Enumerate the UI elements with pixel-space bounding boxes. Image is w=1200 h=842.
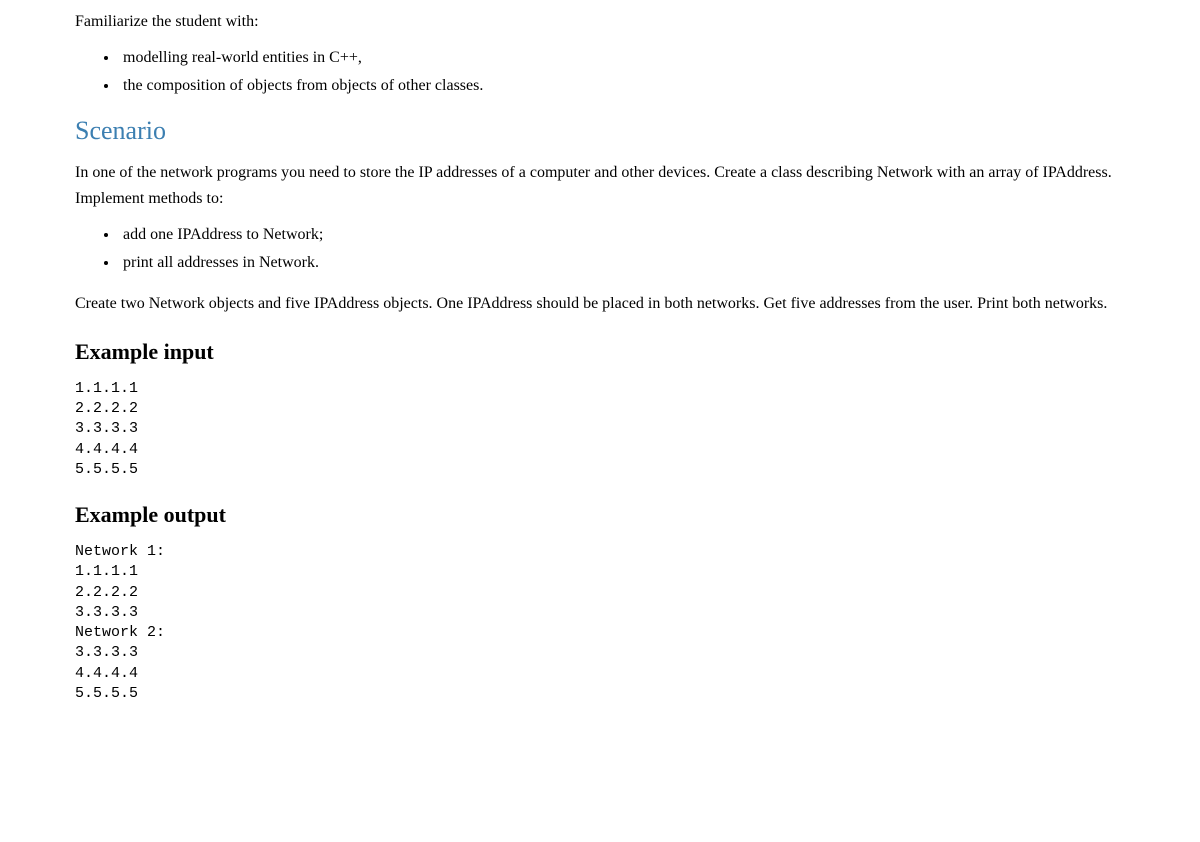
- scenario-paragraph-2: Create two Network objects and five IPAd…: [75, 291, 1125, 317]
- scenario-heading: Scenario: [75, 116, 1125, 146]
- list-item: modelling real-world entities in C++,: [119, 46, 1125, 70]
- list-item: add one IPAddress to Network;: [119, 223, 1125, 247]
- example-input-heading: Example input: [75, 339, 1125, 365]
- list-item: the composition of objects from objects …: [119, 74, 1125, 98]
- intro-text: Familiarize the student with:: [75, 10, 1125, 34]
- example-output-heading: Example output: [75, 502, 1125, 528]
- document-page: Familiarize the student with: modelling …: [0, 10, 1200, 756]
- list-item: print all addresses in Network.: [119, 251, 1125, 275]
- example-input-block: 1.1.1.1 2.2.2.2 3.3.3.3 4.4.4.4 5.5.5.5: [75, 379, 1125, 480]
- scenario-methods-list: add one IPAddress to Network; print all …: [75, 223, 1125, 275]
- scenario-paragraph-1: In one of the network programs you need …: [75, 160, 1125, 211]
- example-output-block: Network 1: 1.1.1.1 2.2.2.2 3.3.3.3 Netwo…: [75, 542, 1125, 704]
- objectives-list: modelling real-world entities in C++, th…: [75, 46, 1125, 98]
